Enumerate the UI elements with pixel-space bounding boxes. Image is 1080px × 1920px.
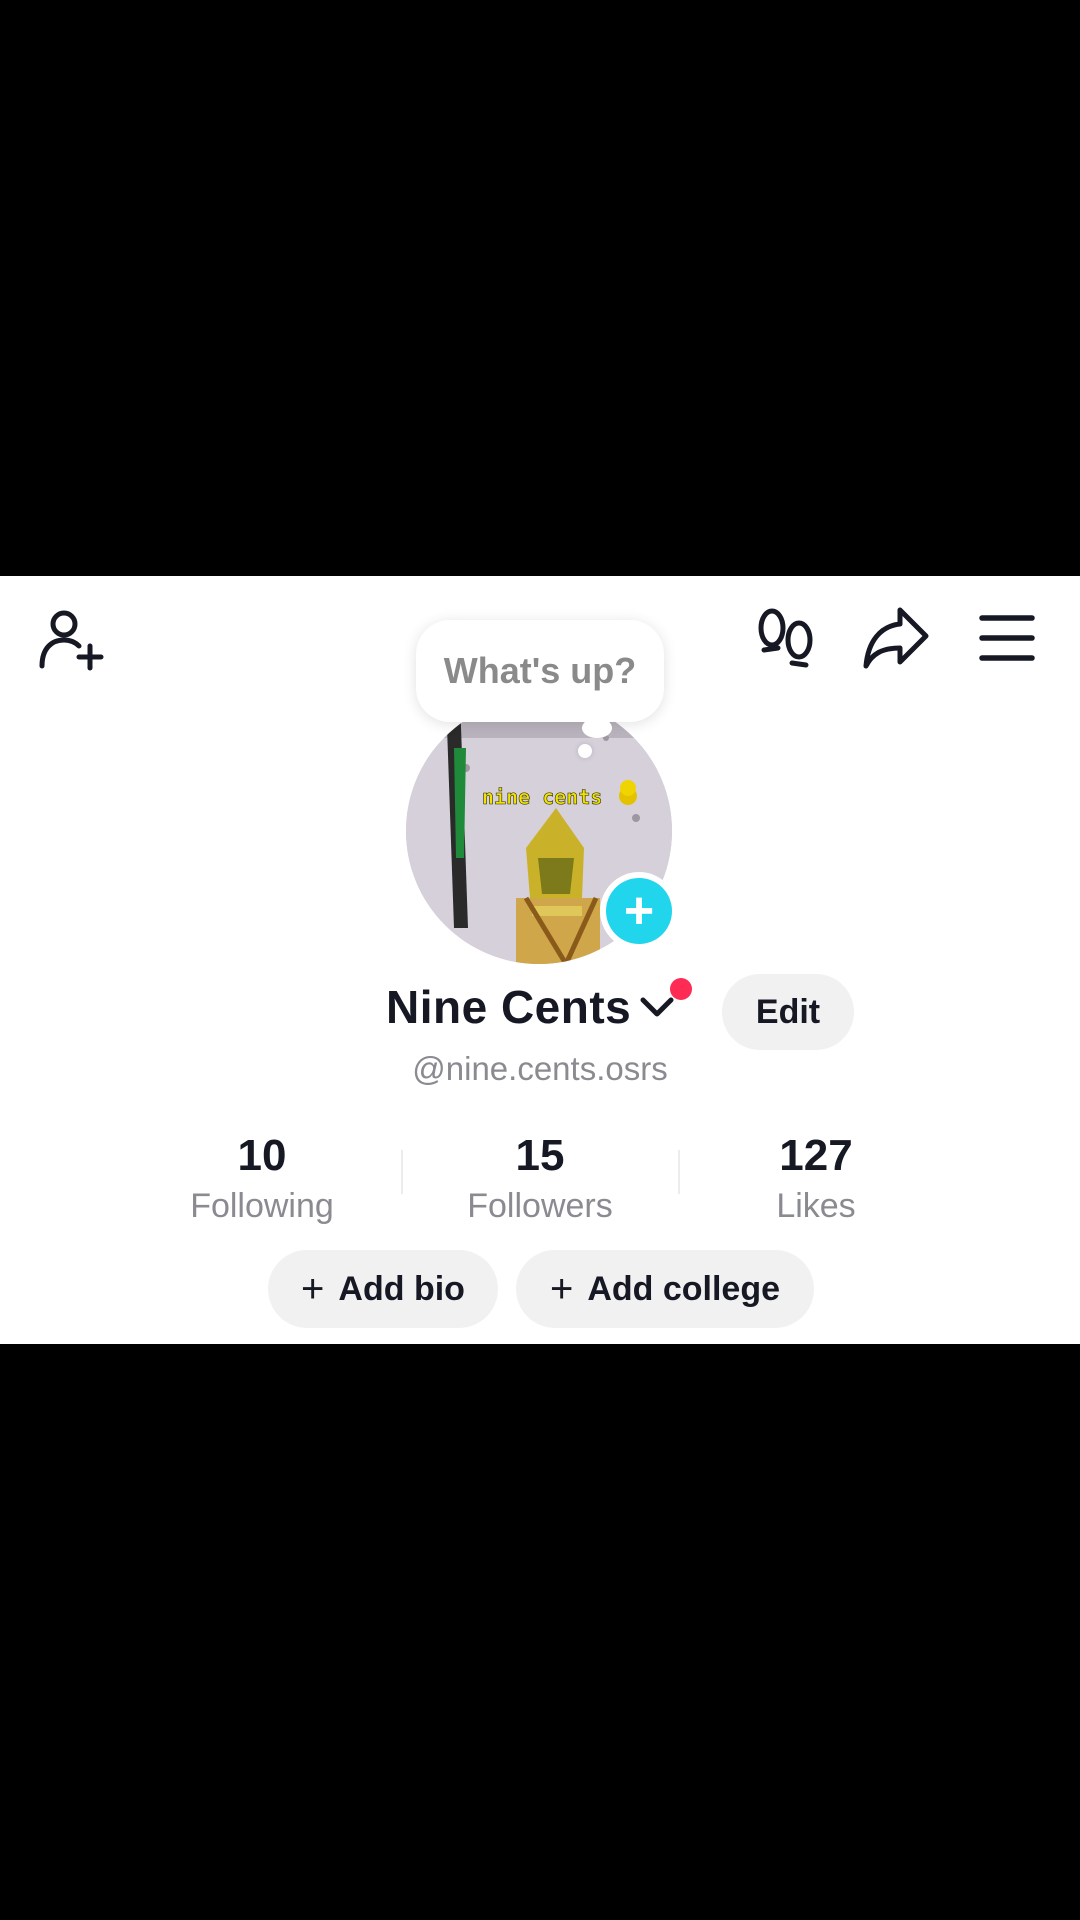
plus-icon: + — [549, 1267, 574, 1311]
add-bio-button[interactable]: + Add bio — [268, 1250, 498, 1328]
stat-following[interactable]: 10 Following — [132, 1128, 392, 1228]
plus-icon: + — [606, 878, 672, 944]
footprints-icon[interactable] — [754, 606, 818, 672]
stat-value: 127 — [779, 1131, 853, 1180]
stat-divider — [678, 1150, 680, 1194]
bubble-tail — [582, 718, 612, 738]
profile-handle: @nine.cents.osrs — [412, 1050, 668, 1087]
plus-icon: + — [301, 1267, 325, 1311]
edit-profile-button[interactable]: Edit — [722, 974, 854, 1050]
status-bubble[interactable]: What's up? — [416, 620, 664, 722]
profile-name[interactable]: Nine Cents — [386, 980, 631, 1034]
stat-label: Likes — [776, 1187, 856, 1225]
add-college-label: Add college — [587, 1269, 781, 1308]
stat-followers[interactable]: 15 Followers — [410, 1128, 670, 1228]
add-story-button[interactable]: + — [600, 872, 678, 950]
profile-panel: nine cents + What's up? Nine Cents Edit … — [0, 576, 1080, 1344]
add-college-button[interactable]: + Add college — [516, 1250, 814, 1328]
stat-label: Following — [190, 1187, 334, 1225]
stat-label: Followers — [467, 1187, 613, 1225]
stat-divider — [401, 1150, 403, 1194]
stat-value: 10 — [237, 1131, 287, 1180]
stat-likes[interactable]: 127 Likes — [686, 1128, 946, 1228]
menu-icon[interactable] — [978, 610, 1036, 666]
add-friend-icon[interactable] — [36, 604, 106, 674]
share-icon[interactable] — [862, 604, 930, 670]
avatar-overlay-text: nine cents — [482, 785, 602, 809]
stat-value: 15 — [515, 1131, 565, 1180]
notification-dot — [670, 978, 692, 1000]
chevron-down-icon[interactable] — [640, 996, 674, 1023]
add-bio-label: Add bio — [338, 1269, 465, 1308]
bubble-tail-dot — [578, 744, 592, 758]
